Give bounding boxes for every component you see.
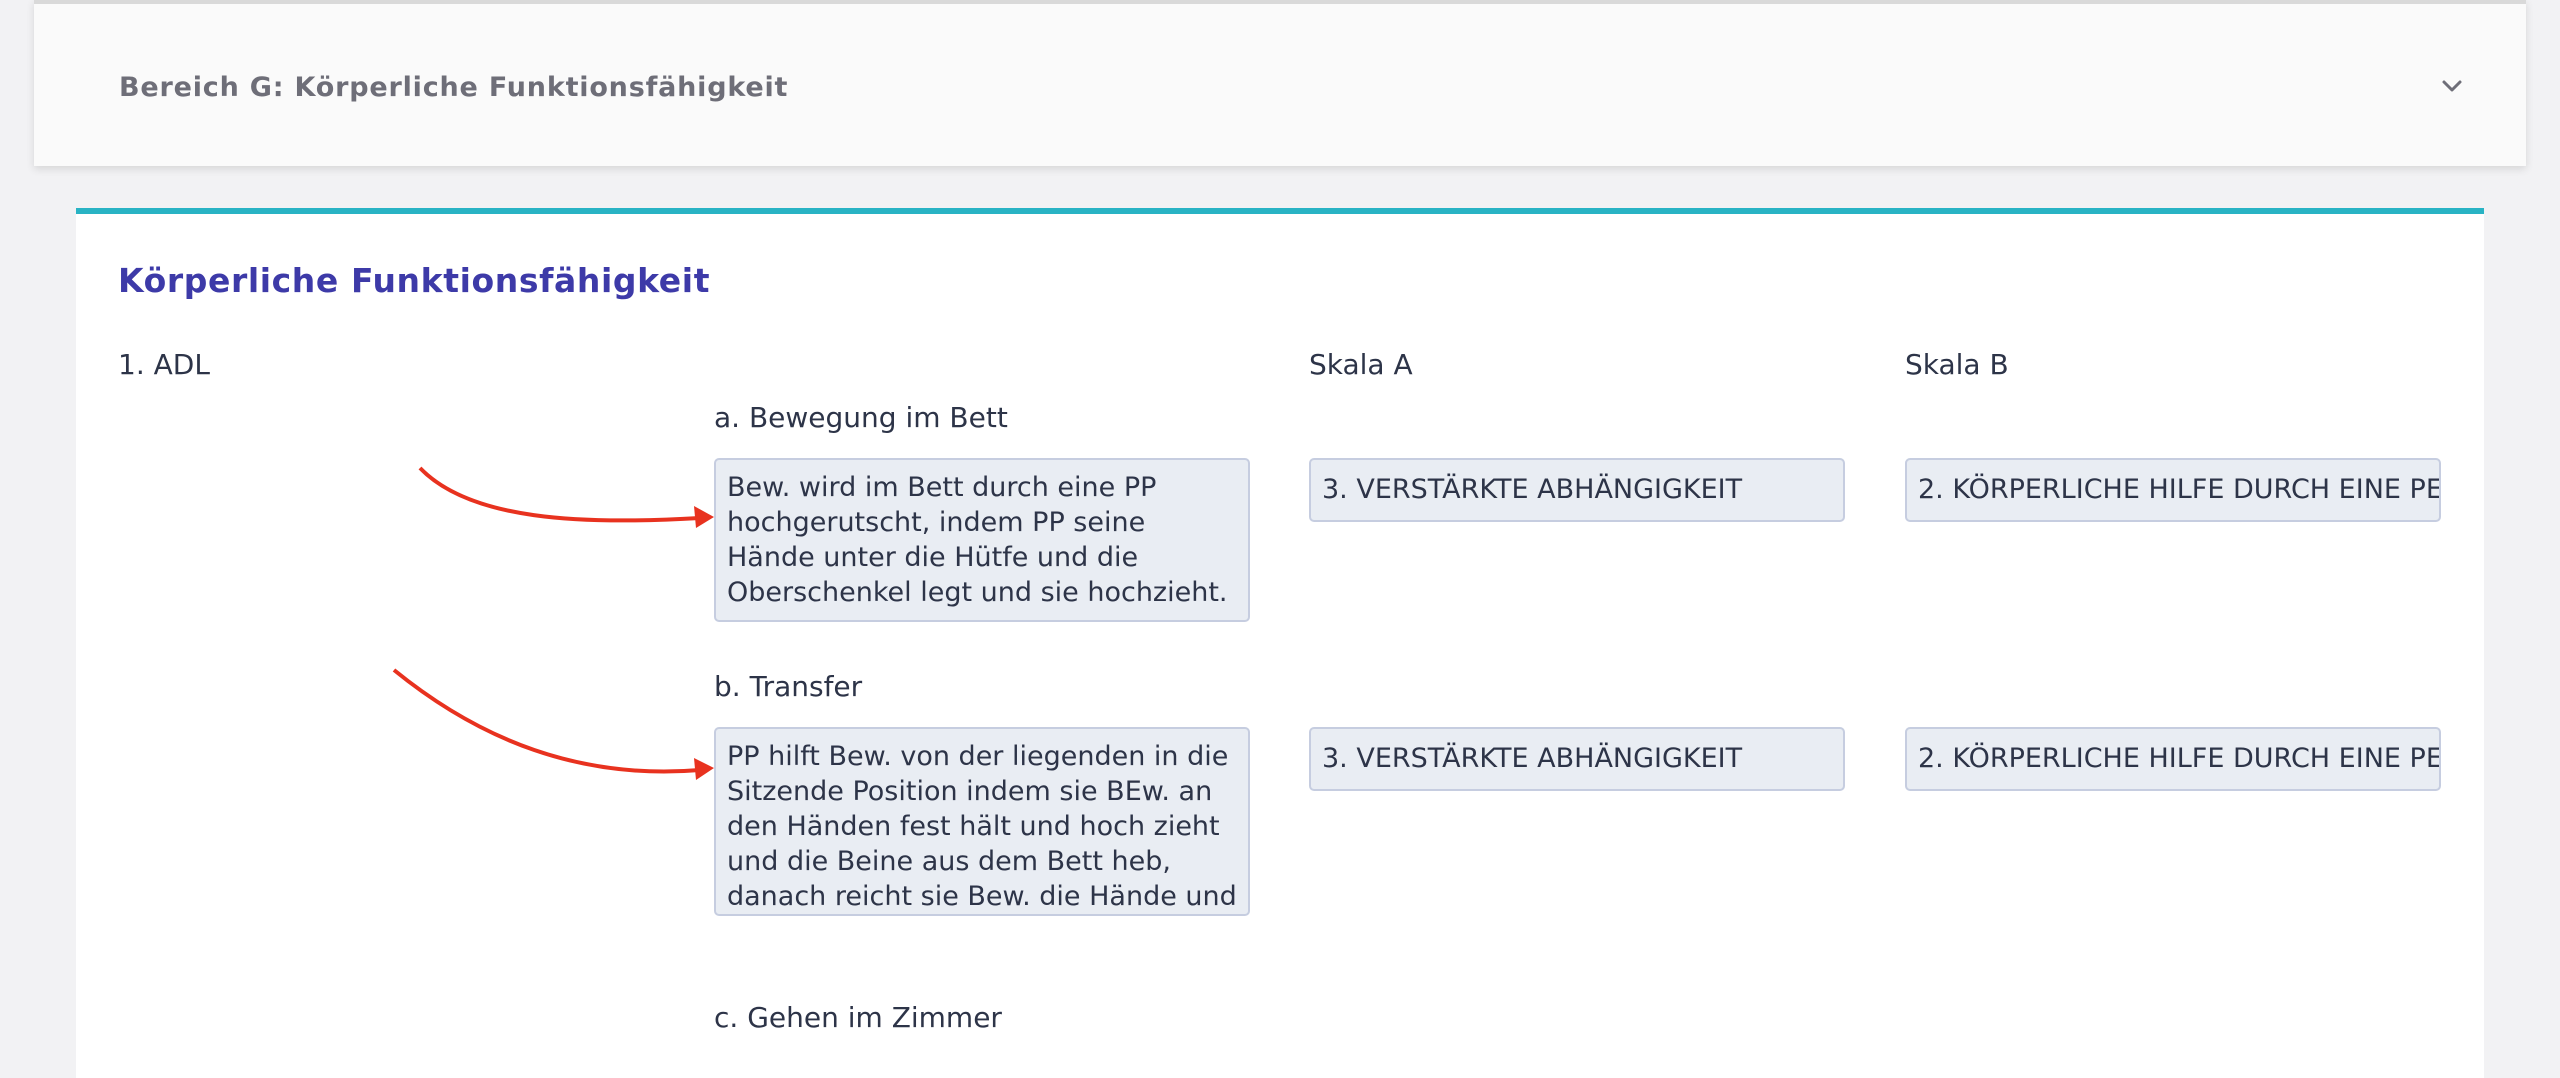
card-title: Körperliche Funktionsfähigkeit xyxy=(118,261,711,300)
item-label-transfer: b. Transfer xyxy=(714,670,863,703)
column-header-scale-b: Skala B xyxy=(1905,348,2009,381)
transfer-scale-b-select[interactable]: 2. KÖRPERLICHE HILFE DURCH EINE PERSON xyxy=(1905,727,2441,791)
item-label-bed-mobility: a. Bewegung im Bett xyxy=(714,401,1008,434)
bed-mobility-description[interactable]: Bew. wird im Bett durch eine PP hochgeru… xyxy=(714,458,1250,622)
item-label-walking-in-room: c. Gehen im Zimmer xyxy=(714,1001,1002,1034)
section-label-adl: 1. ADL xyxy=(118,348,210,381)
functional-capacity-card: Körperliche Funktionsfähigkeit 1. ADL Sk… xyxy=(76,208,2484,1078)
transfer-description[interactable]: PP hilft Bew. von der liegenden in die S… xyxy=(714,727,1250,916)
bed-mobility-scale-b-select[interactable]: 2. KÖRPERLICHE HILFE DURCH EINE PERSON xyxy=(1905,458,2441,522)
bed-mobility-scale-a-select[interactable]: 3. VERSTÄRKTE ABHÄNGIGKEIT xyxy=(1309,458,1845,522)
accordion-header[interactable]: Bereich G: Körperliche Funktionsfähigkei… xyxy=(34,0,2526,166)
column-header-scale-a: Skala A xyxy=(1309,348,1413,381)
accordion-title: Bereich G: Körperliche Funktionsfähigkei… xyxy=(119,72,789,103)
transfer-scale-a-select[interactable]: 3. VERSTÄRKTE ABHÄNGIGKEIT xyxy=(1309,727,1845,791)
chevron-down-icon[interactable] xyxy=(2434,68,2470,104)
